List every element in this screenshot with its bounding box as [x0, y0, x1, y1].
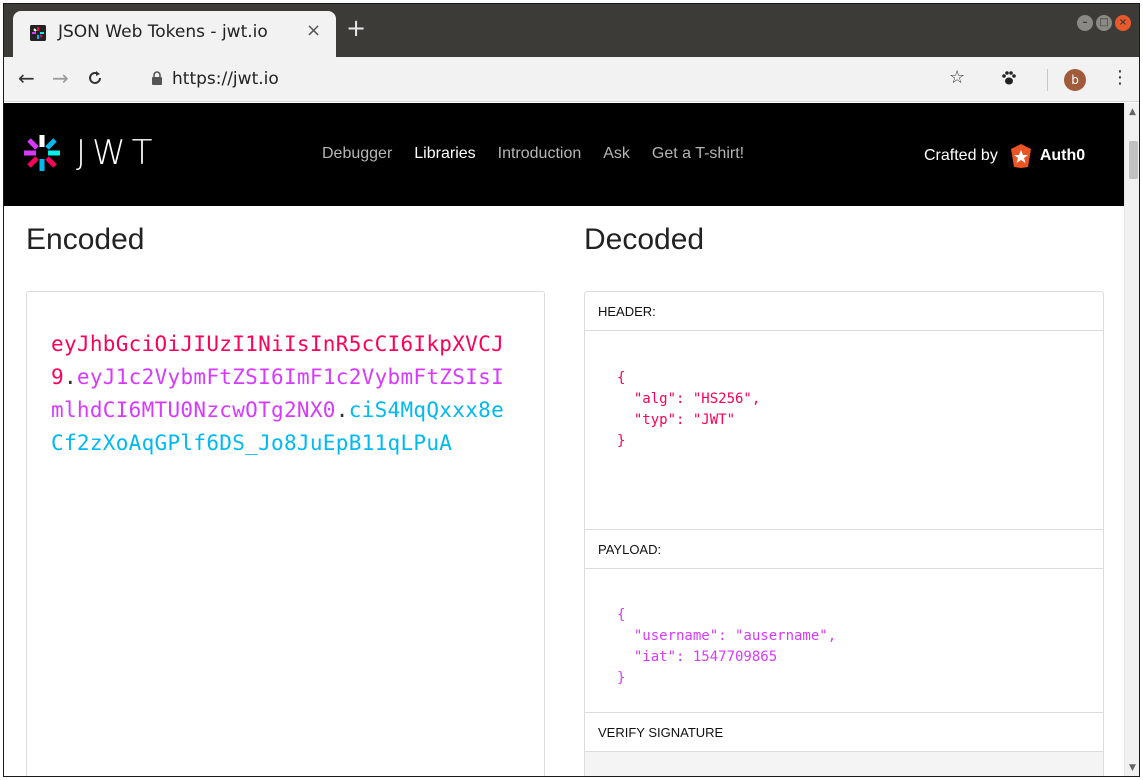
scroll-thumb[interactable] [1129, 141, 1138, 179]
window-controls: – □ × [1077, 15, 1131, 31]
auth0-logo-icon [1010, 144, 1031, 168]
token-dot: . [335, 398, 349, 422]
crafted-by-label: Crafted by [924, 147, 998, 164]
jwt-logo[interactable]: JWT [22, 133, 158, 173]
tab-title: JSON Web Tokens - jwt.io [58, 22, 268, 42]
verify-signature-label: VERIFY SIGNATURE [585, 713, 1103, 752]
site-navbar: JWT Debugger Libraries Introduction Ask … [4, 103, 1124, 206]
payload-section-label: PAYLOAD: [585, 530, 1103, 569]
minimize-button[interactable]: – [1077, 15, 1093, 31]
browser-toolbar: ← → https://jwt.io ☆ b ⋮ [4, 57, 1139, 102]
auth0-brand: Auth0 [1039, 147, 1086, 164]
payload-json[interactable]: { "username": "ausername", "iat": 154770… [617, 605, 836, 689]
nav-links: Debugger Libraries Introduction Ask Get … [322, 145, 766, 163]
nav-link-libraries[interactable]: Libraries [414, 145, 475, 163]
forward-icon[interactable]: → [52, 66, 69, 90]
reload-icon[interactable] [86, 66, 104, 92]
page-viewport: JWT Debugger Libraries Introduction Ask … [4, 103, 1124, 776]
jwt-logo-icon [24, 135, 60, 171]
profile-avatar[interactable]: b [1064, 69, 1086, 91]
decoded-panel: HEADER: { "alg": "HS256", "typ": "JWT" }… [584, 291, 1104, 776]
star-icon[interactable]: ☆ [949, 66, 965, 90]
logo-wordmark: JWT [76, 133, 159, 173]
browser-window: JSON Web Tokens - jwt.io × + – □ × ← → h… [3, 3, 1140, 777]
close-window-button[interactable]: × [1115, 15, 1131, 31]
scroll-down-icon[interactable]: ▼ [1129, 763, 1136, 773]
payload-json-editor[interactable]: { "username": "ausername", "iat": 154770… [585, 569, 1103, 713]
encoded-token[interactable]: eyJhbGciOiJIUzI1NiIsInR5cCI6IkpXVCJ9.eyJ… [51, 328, 511, 460]
paw-extension-icon[interactable] [1000, 66, 1018, 94]
token-dot: . [63, 365, 77, 389]
new-tab-button[interactable]: + [346, 16, 366, 40]
nav-link-tshirt[interactable]: Get a T-shirt! [652, 145, 744, 163]
header-json[interactable]: { "alg": "HS256", "typ": "JWT" } [617, 368, 760, 452]
encoded-token-editor[interactable]: eyJhbGciOiJIUzI1NiIsInR5cCI6IkpXVCJ9.eyJ… [26, 291, 545, 776]
browser-tab[interactable]: JSON Web Tokens - jwt.io × [13, 11, 336, 57]
back-icon[interactable]: ← [18, 66, 35, 90]
header-json-editor[interactable]: { "alg": "HS256", "typ": "JWT" } [585, 331, 1103, 530]
address-bar-url[interactable]: https://jwt.io [172, 69, 279, 89]
toolbar-separator [1047, 69, 1048, 91]
kebab-menu-icon[interactable]: ⋮ [1111, 66, 1129, 90]
nav-link-debugger[interactable]: Debugger [322, 145, 392, 163]
nav-link-introduction[interactable]: Introduction [498, 145, 582, 163]
title-bar: JSON Web Tokens - jwt.io × + – □ × [4, 4, 1139, 57]
jwt-favicon-icon [30, 25, 46, 41]
page-scrollbar[interactable]: ▲ ▼ [1124, 103, 1139, 776]
tab-close-icon[interactable]: × [306, 20, 321, 41]
scroll-up-icon[interactable]: ▲ [1129, 107, 1136, 117]
nav-link-ask[interactable]: Ask [603, 145, 630, 163]
crafted-by-auth0[interactable]: Crafted by Auth0 [924, 143, 1085, 169]
header-section-label: HEADER: [585, 292, 1103, 331]
maximize-button[interactable]: □ [1096, 15, 1112, 31]
lock-icon [152, 71, 162, 85]
decoded-heading: Decoded [584, 223, 705, 256]
encoded-heading: Encoded [26, 223, 145, 256]
verify-signature-body [585, 752, 1103, 776]
